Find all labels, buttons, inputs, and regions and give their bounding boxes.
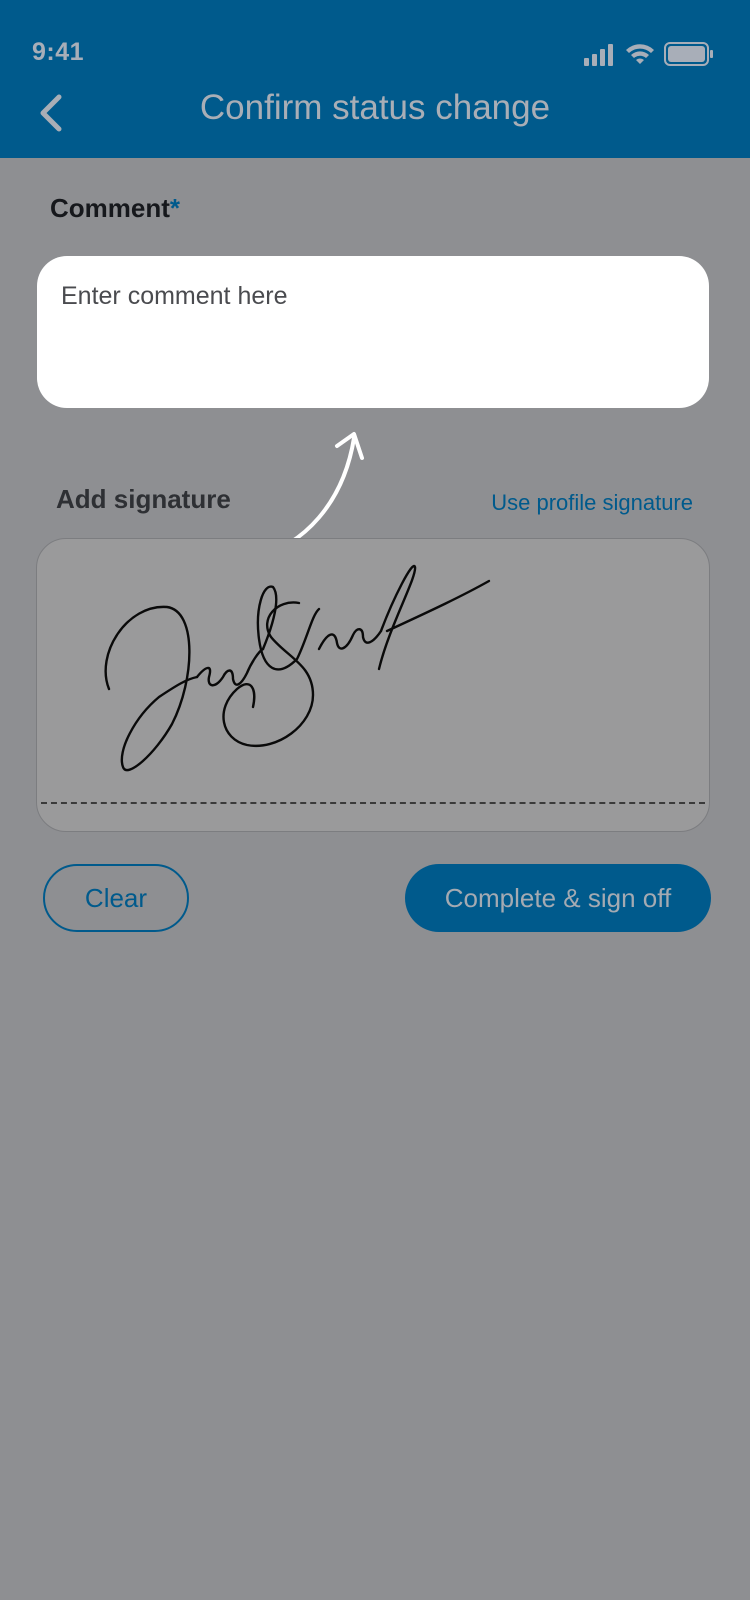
comment-label-text: Comment [50, 193, 170, 223]
complete-sign-off-button[interactable]: Complete & sign off [405, 864, 711, 932]
signature-label: Add signature [56, 484, 231, 514]
signature-baseline [41, 802, 705, 804]
signature-pad[interactable] [36, 538, 710, 832]
cellular-signal-icon [584, 44, 613, 66]
page-title: Confirm status change [199, 88, 551, 127]
use-profile-signature-link[interactable]: Use profile signature [491, 490, 693, 516]
wifi-icon [626, 44, 654, 64]
required-marker: * [169, 193, 181, 223]
signature-drawing [104, 564, 491, 772]
comment-input[interactable] [37, 256, 709, 408]
battery-icon [664, 42, 713, 66]
clear-button[interactable]: Clear [43, 864, 189, 932]
app-header: 9:41 Confirm status change [0, 0, 750, 158]
status-bar-icons [584, 40, 714, 66]
comment-label: Comment* [50, 193, 180, 224]
status-bar-time: 9:41 [32, 38, 85, 66]
